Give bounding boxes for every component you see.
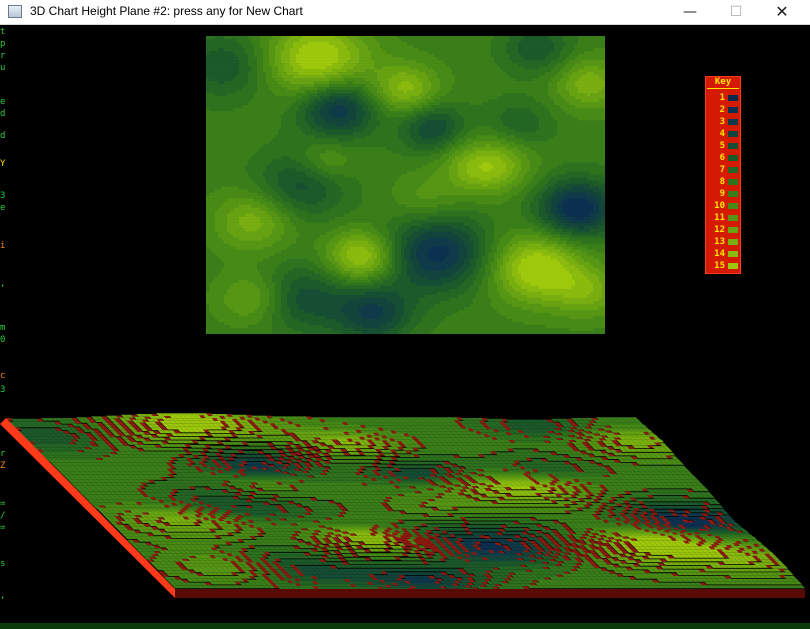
legend-swatch bbox=[728, 155, 738, 161]
legend-item: 9 bbox=[706, 188, 740, 200]
legend-item: 7 bbox=[706, 164, 740, 176]
legend-item: 6 bbox=[706, 152, 740, 164]
console-glyph: p bbox=[0, 39, 5, 49]
legend-item-label: 10 bbox=[714, 200, 725, 212]
legend-title: Key bbox=[706, 77, 740, 88]
legend-item: 10 bbox=[706, 200, 740, 212]
legend-item-label: 12 bbox=[714, 224, 725, 236]
legend-item-label: 1 bbox=[720, 92, 725, 104]
legend-item-label: 7 bbox=[720, 164, 725, 176]
legend-swatch bbox=[728, 227, 738, 233]
legend-item: 3 bbox=[706, 116, 740, 128]
console-glyph: , bbox=[0, 279, 5, 289]
console-glyph: Y bbox=[0, 159, 5, 169]
legend-item-label: 4 bbox=[720, 128, 725, 140]
legend-swatch bbox=[728, 167, 738, 173]
legend-item-label: 5 bbox=[720, 140, 725, 152]
maximize-button[interactable]: ☐ bbox=[713, 0, 759, 25]
legend-swatch bbox=[728, 203, 738, 209]
console-glyph: u bbox=[0, 63, 5, 73]
console-glyph: c bbox=[0, 371, 5, 381]
3d-height-surface bbox=[0, 413, 805, 598]
legend-item-label: 6 bbox=[720, 152, 725, 164]
window-bottom-edge bbox=[0, 623, 810, 629]
app-window-icon bbox=[8, 5, 22, 18]
legend-item-label: 8 bbox=[720, 176, 725, 188]
legend-item: 4 bbox=[706, 128, 740, 140]
legend-swatch bbox=[728, 131, 738, 137]
legend-item: 8 bbox=[706, 176, 740, 188]
console-glyph: i bbox=[0, 241, 5, 251]
legend-item: 12 bbox=[706, 224, 740, 236]
legend-swatch bbox=[728, 239, 738, 245]
legend-item: 1 bbox=[706, 92, 740, 104]
console-glyph: t bbox=[0, 27, 5, 37]
console-glyph: d bbox=[0, 109, 5, 119]
legend-divider bbox=[707, 88, 739, 89]
legend-swatch bbox=[728, 251, 738, 257]
console-glyph: e bbox=[0, 203, 5, 213]
legend-swatch bbox=[728, 107, 738, 113]
minimize-button[interactable]: — bbox=[667, 0, 713, 25]
legend-swatch bbox=[728, 179, 738, 185]
legend-swatch bbox=[728, 95, 738, 101]
console-glyph: 3 bbox=[0, 385, 5, 395]
legend-item: 2 bbox=[706, 104, 740, 116]
legend-swatch bbox=[728, 119, 738, 125]
console-glyph: r bbox=[0, 51, 5, 61]
console-glyph: 3 bbox=[0, 191, 5, 201]
legend-swatch bbox=[728, 215, 738, 221]
console-glyph: e bbox=[0, 97, 5, 107]
legend-swatch bbox=[728, 191, 738, 197]
legend-item-label: 13 bbox=[714, 236, 725, 248]
legend-item: 11 bbox=[706, 212, 740, 224]
legend-item-label: 9 bbox=[720, 188, 725, 200]
console-glyph: m bbox=[0, 323, 5, 333]
console-glyph: 0 bbox=[0, 335, 5, 345]
legend-item-label: 3 bbox=[720, 116, 725, 128]
legend-item-label: 11 bbox=[714, 212, 725, 224]
legend-key: Key 1 2 3 4 5 6 7 8 9 10 11 12 13 14 15 bbox=[705, 76, 741, 274]
console-glyph: d bbox=[0, 131, 5, 141]
legend-item-label: 2 bbox=[720, 104, 725, 116]
legend-swatch bbox=[728, 263, 738, 269]
legend-item-label: 15 bbox=[714, 260, 725, 272]
legend-item: 5 bbox=[706, 140, 740, 152]
legend-item-label: 14 bbox=[714, 248, 725, 260]
legend-item: 15 bbox=[706, 260, 740, 272]
window-title: 3D Chart Height Plane #2: press any for … bbox=[30, 4, 303, 18]
close-button[interactable]: ✕ bbox=[759, 0, 805, 25]
legend-item: 14 bbox=[706, 248, 740, 260]
legend-swatch bbox=[728, 143, 738, 149]
window-title-bar[interactable]: 3D Chart Height Plane #2: press any for … bbox=[0, 0, 810, 25]
height-plane-heatmap bbox=[206, 36, 605, 334]
legend-item: 13 bbox=[706, 236, 740, 248]
